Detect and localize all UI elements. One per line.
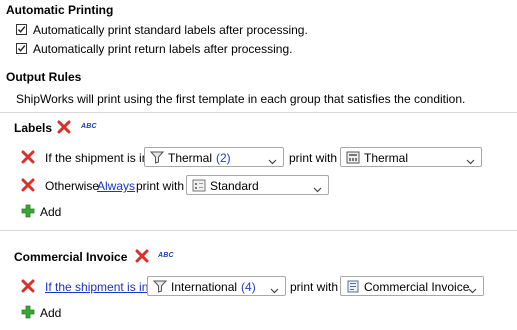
print-with-label: print with (290, 280, 339, 294)
divider (0, 230, 517, 231)
output-rules-heading: Output Rules (6, 70, 82, 84)
filter-dropdown[interactable]: Thermal (2) (144, 147, 284, 167)
template-dropdown[interactable]: Commercial Invoice (340, 276, 484, 296)
delete-rule-icon[interactable] (21, 279, 35, 293)
funnel-icon (152, 280, 168, 293)
add-label: Add (40, 306, 62, 320)
filter-value: Thermal (168, 151, 213, 165)
filter-count: (4) (241, 280, 256, 294)
filter-dropdown[interactable]: International (4) (147, 276, 286, 296)
template-value: Commercial Invoice (364, 280, 470, 294)
chevron-down-icon (268, 154, 277, 168)
printer-template-icon (346, 280, 360, 293)
labels-group: Labels ABC If the shipment is in Thermal… (10, 113, 517, 230)
template-value: Thermal (364, 151, 409, 165)
otherwise-label: Otherwise (45, 179, 100, 193)
filter-value: International (171, 280, 238, 294)
chevron-down-icon (466, 154, 475, 168)
funnel-icon (149, 151, 165, 164)
commercial-invoice-title: Commercial Invoice (14, 250, 128, 264)
rename-abc-icon[interactable]: ABC (158, 252, 174, 259)
condition-link[interactable]: Always (97, 179, 135, 193)
auto-print-standard-label: Automatically print standard labels afte… (33, 23, 308, 37)
rule-prefix: If the shipment is in (45, 151, 149, 165)
auto-print-standard-checkbox[interactable] (16, 24, 27, 35)
rename-abc-icon[interactable]: ABC (81, 123, 97, 130)
print-with-label: print with (289, 151, 338, 165)
filter-count: (2) (216, 151, 231, 165)
template-dropdown[interactable]: Standard (186, 175, 329, 195)
chevron-down-icon (313, 182, 322, 196)
delete-rule-icon[interactable] (21, 178, 35, 192)
print-with-label: print with (136, 179, 185, 193)
delete-group-icon[interactable] (135, 249, 149, 263)
chevron-down-icon (468, 283, 477, 297)
printer-template-icon (346, 151, 360, 164)
template-value: Standard (210, 179, 259, 193)
labels-group-title: Labels (14, 121, 53, 135)
condition-link[interactable]: If the shipment is in (45, 280, 148, 294)
delete-group-icon[interactable] (57, 120, 71, 134)
green-plus-icon (21, 305, 35, 322)
auto-print-return-label: Automatically print return labels after … (33, 42, 293, 56)
automatic-printing-heading: Automatic Printing (6, 3, 114, 17)
green-plus-icon (21, 204, 35, 221)
commercial-invoice-group: Commercial Invoice ABC If the shipment i… (10, 240, 517, 328)
chevron-down-icon (270, 283, 279, 297)
output-rules-description: ShipWorks will print using the first tem… (16, 92, 466, 106)
add-label: Add (40, 205, 62, 219)
printer-template-icon (192, 179, 206, 192)
delete-rule-icon[interactable] (21, 150, 35, 164)
auto-print-return-checkbox[interactable] (16, 43, 27, 54)
template-dropdown[interactable]: Thermal (340, 147, 482, 167)
